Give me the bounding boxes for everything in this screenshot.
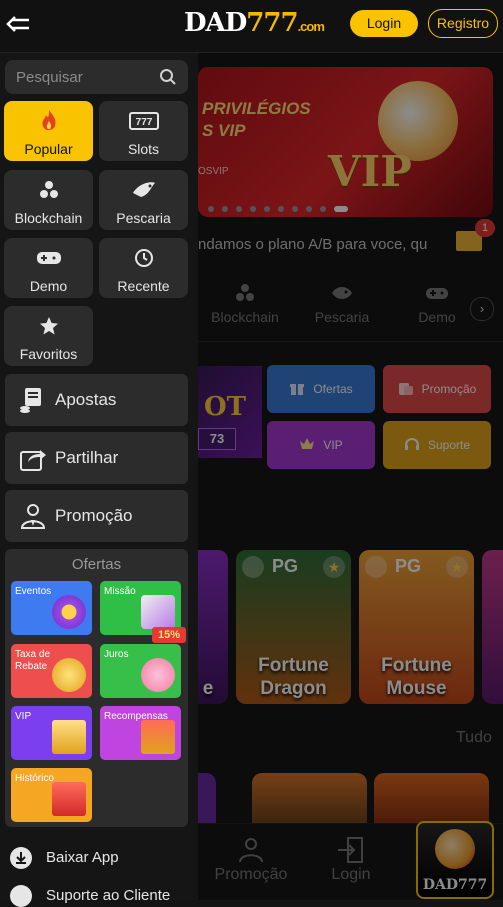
- menu-label: Apostas: [55, 390, 117, 409]
- history-icon: [99, 246, 188, 270]
- search-input[interactable]: Pesquisar: [5, 60, 188, 94]
- collapse-menu-button[interactable]: [4, 10, 32, 38]
- logo-suffix: .com: [297, 19, 325, 34]
- category-pescaria[interactable]: Pescaria: [99, 170, 188, 230]
- category-label: Slots: [127, 141, 160, 157]
- search-icon[interactable]: [159, 68, 177, 86]
- category-blockchain[interactable]: Blockchain: [4, 170, 93, 230]
- offer-label: Juros: [104, 649, 129, 660]
- category-label: Pescaria: [116, 210, 171, 226]
- crown-icon: [52, 720, 86, 754]
- customer-support-label: Suporte ao Cliente: [46, 886, 171, 904]
- category-label: Recente: [117, 278, 170, 294]
- category-label: Blockchain: [14, 210, 83, 226]
- support-icon: [10, 885, 32, 907]
- star-icon: [4, 314, 93, 338]
- download-app-link[interactable]: Baixar App: [10, 847, 119, 869]
- menu-collapse-icon: [6, 16, 29, 32]
- menu-partilhar[interactable]: Partilhar: [5, 432, 188, 484]
- logo-text: DAD: [184, 8, 247, 38]
- offer-juros[interactable]: Juros: [100, 644, 181, 698]
- site-logo[interactable]: DAD777.com: [184, 8, 325, 38]
- slot-machine-icon: 777: [99, 109, 188, 133]
- offer-taxa-de-rebate[interactable]: Taxa de Rebate: [11, 644, 92, 698]
- category-label: Popular: [24, 141, 73, 157]
- menu-apostas[interactable]: Apostas: [5, 374, 188, 426]
- svg-text:777: 777: [135, 117, 152, 128]
- category-label: Favoritos: [19, 346, 78, 362]
- blockchain-icon: [4, 178, 93, 202]
- mission-percent-badge: 15%: [152, 627, 186, 643]
- category-slots[interactable]: 777 Slots: [99, 101, 188, 161]
- offers-panel: Ofertas Eventos Missão Taxa de Rebate Ju…: [5, 549, 188, 827]
- offer-eventos[interactable]: Eventos: [11, 581, 92, 635]
- menu-label: Promoção: [55, 506, 133, 525]
- category-popular[interactable]: Popular: [4, 101, 93, 161]
- offer-label: Eventos: [15, 586, 52, 597]
- menu-label: Partilhar: [55, 448, 119, 467]
- share-icon: [20, 450, 46, 471]
- offer-vip[interactable]: VIP: [11, 706, 92, 760]
- flame-icon: [4, 109, 93, 133]
- customer-support-link[interactable]: Suporte ao Cliente: [10, 885, 170, 907]
- category-recente[interactable]: Recente: [99, 238, 188, 298]
- gamepad-icon: [4, 246, 93, 270]
- side-menu: Pesquisar Popular 777 Slots Blockchain P…: [0, 53, 198, 907]
- menu-promocao[interactable]: Promoção: [5, 490, 188, 542]
- offer-historico[interactable]: Histórico: [11, 768, 92, 822]
- bet-icon: [20, 388, 41, 413]
- download-icon: [10, 847, 32, 869]
- category-demo[interactable]: Demo: [4, 238, 93, 298]
- event-wheel-icon: [52, 595, 86, 629]
- people-icon: [20, 504, 46, 529]
- category-favoritos[interactable]: Favoritos: [4, 306, 93, 366]
- offer-recompensas[interactable]: Recompensas: [100, 706, 181, 760]
- logo-number: 777: [246, 8, 298, 38]
- login-button[interactable]: Login: [350, 10, 418, 37]
- download-app-label: Baixar App: [46, 848, 119, 866]
- mission-calendar-icon: [141, 595, 175, 629]
- offers-title: Ofertas: [71, 556, 122, 573]
- gift-icon: [141, 720, 175, 754]
- fish-icon: [99, 178, 188, 202]
- overlay-dim[interactable]: [198, 53, 503, 900]
- search-placeholder: Pesquisar: [16, 69, 83, 86]
- register-button[interactable]: Registro: [428, 9, 498, 38]
- history-box-icon: [52, 782, 86, 816]
- category-label: Demo: [29, 278, 68, 294]
- piggy-bank-icon: [141, 658, 175, 692]
- top-bar: DAD777.com Login Registro: [0, 0, 503, 53]
- coins-icon: [52, 658, 86, 692]
